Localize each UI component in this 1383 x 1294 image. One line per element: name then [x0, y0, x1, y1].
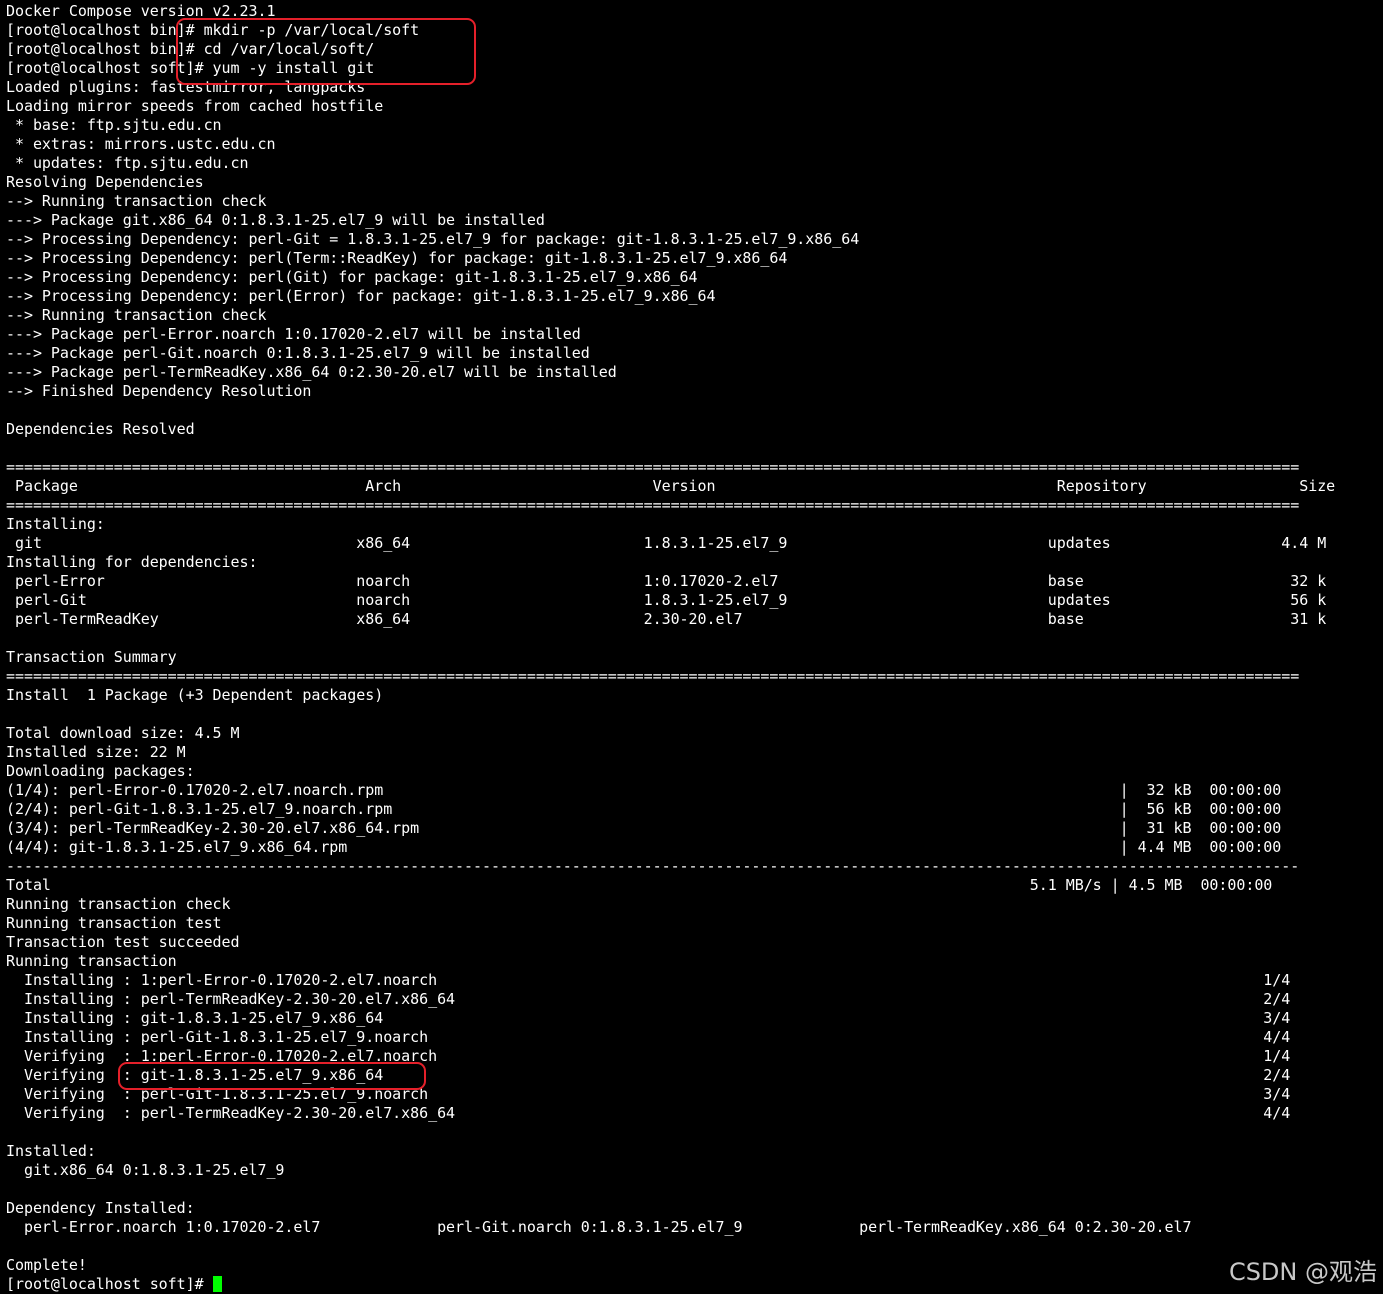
- terminal-line: * extras: mirrors.ustc.edu.cn: [6, 135, 276, 153]
- terminal-line: ========================================…: [6, 667, 1300, 685]
- terminal-line: Verifying : perl-TermReadKey-2.30-20.el7…: [6, 1104, 1291, 1122]
- terminal-line: ---> Package git.x86_64 0:1.8.3.1-25.el7…: [6, 211, 545, 229]
- terminal-line: Installing for dependencies:: [6, 553, 258, 571]
- terminal-line: Installed:: [6, 1142, 96, 1160]
- shell-prompt: [root@localhost soft]#: [6, 1275, 213, 1293]
- terminal-line: git x86_64 1.8.3.1-25.el7_9 updates 4.4 …: [6, 534, 1327, 552]
- terminal-line: Install 1 Package (+3 Dependent packages…: [6, 686, 384, 704]
- terminal-line: Transaction test succeeded: [6, 933, 240, 951]
- terminal-line: Total download size: 4.5 M: [6, 724, 240, 742]
- terminal-line: --> Processing Dependency: perl(Git) for…: [6, 268, 698, 286]
- terminal-line: Installing:: [6, 515, 105, 533]
- terminal-line: perl-Error noarch 1:0.17020-2.el7 base 3…: [6, 572, 1327, 590]
- terminal-line: (1/4): perl-Error-0.17020-2.el7.noarch.r…: [6, 781, 1282, 799]
- terminal-line: Total 5.1 MB/s | 4.5 MB 00:00:00: [6, 876, 1273, 894]
- terminal-line: Loading mirror speeds from cached hostfi…: [6, 97, 384, 115]
- terminal-line: ========================================…: [6, 496, 1300, 514]
- terminal-line: --> Finished Dependency Resolution: [6, 382, 312, 400]
- terminal-line: * base: ftp.sjtu.edu.cn: [6, 116, 222, 134]
- terminal-line: Resolving Dependencies: [6, 173, 204, 191]
- terminal-line: (3/4): perl-TermReadKey-2.30-20.el7.x86_…: [6, 819, 1282, 837]
- terminal-window[interactable]: Docker Compose version v2.23.1 [root@loca…: [0, 0, 1383, 1294]
- terminal-line: Transaction Summary: [6, 648, 177, 666]
- terminal-line: Package Arch Version Repository Size: [6, 477, 1336, 495]
- terminal-line: ========================================…: [6, 458, 1300, 476]
- terminal-line: --> Processing Dependency: perl-Git = 1.…: [6, 230, 860, 248]
- terminal-line: --> Running transaction check: [6, 306, 267, 324]
- terminal-line: Installing : 1:perl-Error-0.17020-2.el7.…: [6, 971, 1291, 989]
- terminal-line: perl-TermReadKey x86_64 2.30-20.el7 base…: [6, 610, 1327, 628]
- terminal-line: Installing : perl-TermReadKey-2.30-20.el…: [6, 990, 1291, 1008]
- terminal-line: ----------------------------------------…: [6, 857, 1300, 875]
- terminal-line: ---> Package perl-Error.noarch 1:0.17020…: [6, 325, 581, 343]
- terminal-line: Installing : perl-Git-1.8.3.1-25.el7_9.n…: [6, 1028, 1291, 1046]
- terminal-line: perl-Error.noarch 1:0.17020-2.el7 perl-G…: [6, 1218, 1192, 1236]
- terminal-line: --> Processing Dependency: perl(Error) f…: [6, 287, 716, 305]
- terminal-line: ---> Package perl-Git.noarch 0:1.8.3.1-2…: [6, 344, 590, 362]
- terminal-line: Installing : git-1.8.3.1-25.el7_9.x86_64…: [6, 1009, 1291, 1027]
- terminal-line: (2/4): perl-Git-1.8.3.1-25.el7_9.noarch.…: [6, 800, 1282, 818]
- text-cursor: [212, 1276, 222, 1292]
- terminal-line: Running transaction test: [6, 914, 222, 932]
- terminal-line: --> Running transaction check: [6, 192, 267, 210]
- terminal-line: * updates: ftp.sjtu.edu.cn: [6, 154, 249, 172]
- terminal-prompt-line[interactable]: [root@localhost soft]#: [6, 1275, 222, 1294]
- terminal-line: Downloading packages:: [6, 762, 195, 780]
- highlight-box-commands: [176, 18, 476, 85]
- terminal-line: --> Processing Dependency: perl(Term::Re…: [6, 249, 788, 267]
- terminal-line: Installed size: 22 M: [6, 743, 186, 761]
- terminal-line: perl-Git noarch 1.8.3.1-25.el7_9 updates…: [6, 591, 1327, 609]
- watermark: CSDN @观浩: [1228, 1258, 1377, 1286]
- terminal-line: Running transaction: [6, 952, 177, 970]
- terminal-line: Dependencies Resolved: [6, 420, 195, 438]
- terminal-line: git.x86_64 0:1.8.3.1-25.el7_9: [6, 1161, 285, 1179]
- highlight-box-verifying-git: [118, 1062, 426, 1090]
- terminal-line: ---> Package perl-TermReadKey.x86_64 0:2…: [6, 363, 617, 381]
- terminal-line: Dependency Installed:: [6, 1199, 195, 1217]
- terminal-line: (4/4): git-1.8.3.1-25.el7_9.x86_64.rpm |…: [6, 838, 1282, 856]
- terminal-line: Complete!: [6, 1256, 87, 1274]
- terminal-line: Running transaction check: [6, 895, 231, 913]
